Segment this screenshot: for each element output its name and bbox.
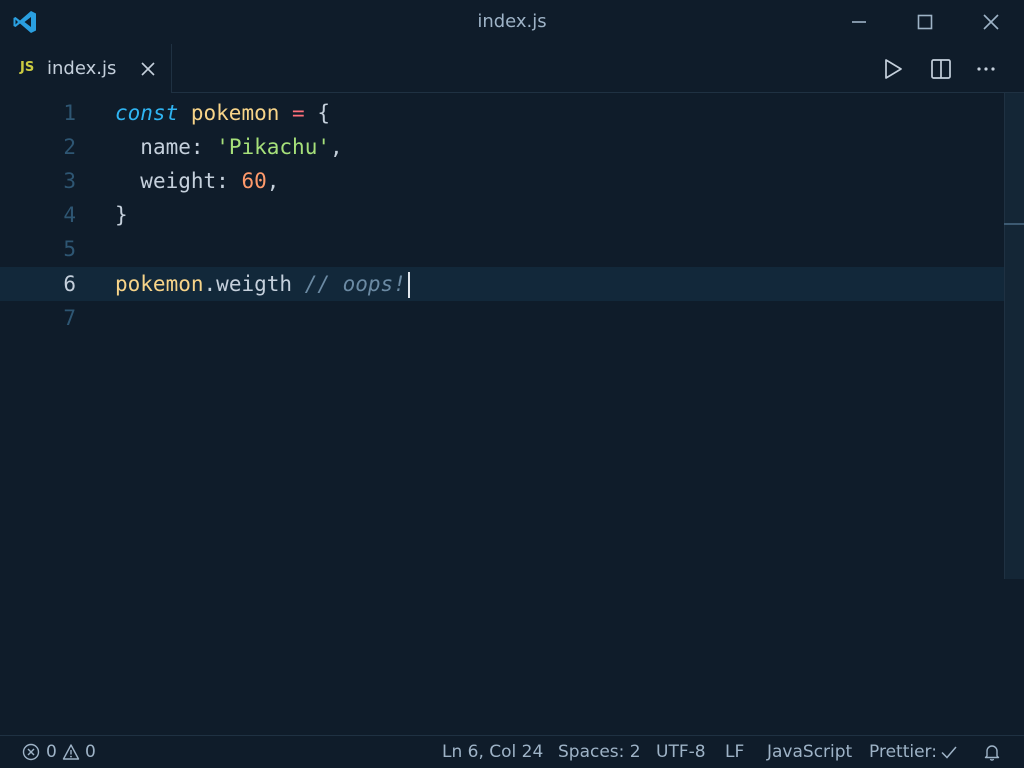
check-icon — [941, 746, 957, 759]
tab-index-js[interactable]: JS index.js — [0, 44, 172, 93]
prettier-status[interactable]: Prettier: — [869, 736, 937, 768]
property-token: name — [140, 135, 191, 159]
tab-label: index.js — [47, 58, 117, 79]
play-icon[interactable] — [880, 56, 906, 82]
brace-token: { — [317, 101, 331, 125]
line-content: } — [115, 198, 128, 232]
number-token: 60 — [241, 169, 267, 193]
minimize-button[interactable] — [826, 0, 892, 44]
line-content: pokemon.weigth // oops! — [115, 267, 410, 301]
vertical-scrollbar[interactable] — [1004, 93, 1024, 579]
editor-window: index.js JS index.js 1 const pokemon = {… — [0, 0, 1024, 768]
keyword-token: const — [115, 101, 179, 125]
line-number: 5 — [63, 237, 76, 261]
line-number: 2 — [63, 135, 76, 159]
error-count[interactable]: 0 — [46, 736, 57, 768]
close-icon — [983, 14, 999, 30]
code-editor[interactable]: 1 const pokemon = { 2 name: 'Pikachu', 3… — [0, 93, 1004, 735]
line-ending[interactable]: LF — [725, 736, 744, 768]
code-line: 7 — [0, 301, 1004, 335]
string-token: 'Pikachu' — [216, 135, 330, 159]
text-cursor — [407, 272, 410, 298]
identifier-token: pokemon — [190, 101, 280, 125]
property-token: weigth — [216, 272, 293, 296]
error-circle-icon[interactable] — [22, 743, 40, 761]
javascript-file-icon: JS — [20, 60, 35, 75]
line-content: weight: 60, — [115, 164, 279, 198]
more-actions-icon[interactable] — [973, 56, 999, 82]
code-line: 4 } — [0, 198, 1004, 232]
line-number: 1 — [63, 101, 76, 125]
comma-token: , — [329, 135, 343, 159]
colon-token: : — [190, 135, 204, 159]
tab-bar: JS index.js — [0, 44, 1024, 93]
colon-token: : — [216, 169, 229, 193]
comma-token: , — [266, 169, 280, 193]
indentation-setting[interactable]: Spaces: 2 — [558, 736, 641, 768]
split-editor-icon[interactable] — [928, 56, 954, 82]
status-bar: 0 0 Ln 6, Col 24 Spaces: 2 UTF-8 LF Java… — [0, 735, 1024, 768]
title-bar: index.js — [0, 0, 1024, 44]
close-window-button[interactable] — [958, 0, 1024, 44]
close-icon[interactable] — [138, 59, 158, 79]
code-line: 3 weight: 60, — [0, 164, 1004, 198]
line-content: const pokemon = { — [115, 96, 330, 130]
maximize-button[interactable] — [892, 0, 958, 44]
code-line: 5 — [0, 232, 1004, 266]
code-line: 1 const pokemon = { — [0, 96, 1004, 130]
operator-token: = — [292, 101, 305, 125]
scrollbar-cursor-marker — [1004, 223, 1024, 225]
line-number: 6 — [63, 272, 76, 296]
line-number: 4 — [63, 203, 76, 227]
line-content: name: 'Pikachu', — [115, 130, 343, 164]
minimize-icon — [852, 21, 866, 23]
property-token: weight — [140, 169, 217, 193]
comment-token: // oops! — [304, 272, 406, 296]
current-code-line: 6 pokemon.weigth // oops! — [0, 267, 1004, 301]
line-number: 3 — [63, 169, 76, 193]
language-mode[interactable]: JavaScript — [767, 736, 852, 768]
warning-count[interactable]: 0 — [85, 736, 96, 768]
warning-triangle-icon[interactable] — [62, 743, 80, 761]
brace-token: } — [115, 203, 128, 227]
maximize-icon — [917, 14, 933, 30]
dot-token: . — [203, 272, 217, 296]
identifier-token: pokemon — [115, 272, 204, 296]
file-encoding[interactable]: UTF-8 — [656, 736, 706, 768]
cursor-position[interactable]: Ln 6, Col 24 — [442, 736, 543, 768]
code-line: 2 name: 'Pikachu', — [0, 130, 1004, 164]
line-number: 7 — [63, 306, 76, 330]
bell-icon[interactable] — [983, 743, 1001, 761]
